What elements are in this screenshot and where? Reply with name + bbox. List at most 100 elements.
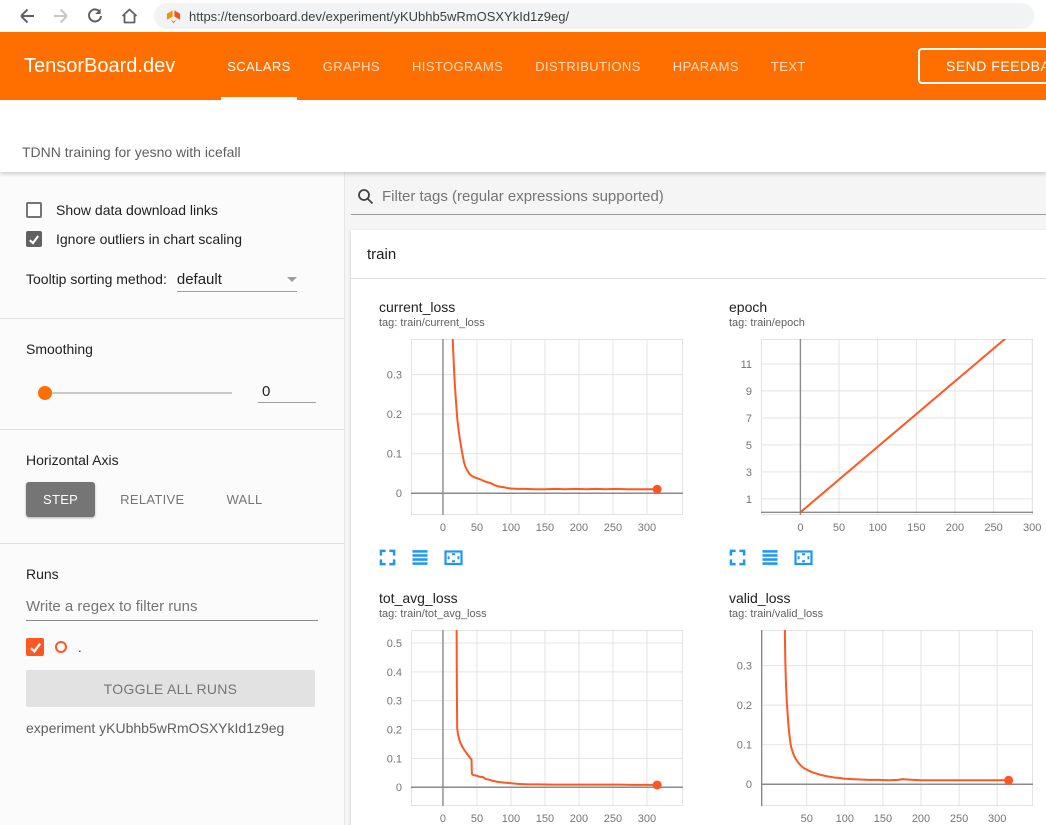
x-tick-label: 150 [907,522,925,534]
nav-tabs: SCALARSGRAPHSHISTOGRAMSDISTRIBUTIONSHPAR… [211,32,822,100]
x-tick-label: 0 [440,813,446,825]
chart-title: valid_loss [729,590,1046,606]
chart-plot[interactable]: 05010015020025030000.10.20.30.40.5 [365,626,697,825]
axis-button-step[interactable]: STEP [26,482,95,517]
expand-chart-icon[interactable] [729,549,746,566]
tooltip-sorting-select[interactable]: default [177,271,297,292]
tab-histograms[interactable]: HISTOGRAMS [396,32,519,100]
chevron-down-icon [287,277,297,282]
run-line [452,335,657,489]
chart-toolbar [379,549,697,566]
x-tick-label: 200 [570,813,588,825]
tab-hparams[interactable]: HPARAMS [657,32,755,100]
smoothing-slider-thumb[interactable] [38,386,52,400]
chart-plot[interactable]: 5010015020025030000.10.20.3 [715,626,1046,825]
smoothing-value-input[interactable]: 0 [258,383,316,403]
x-tick-label: 300 [988,813,1006,825]
y-tick-label: 0.1 [737,740,752,752]
x-tick-label: 300 [638,522,656,534]
axis-button-relative[interactable]: RELATIVE [103,482,201,517]
runs-label: Runs [26,566,316,582]
x-tick-label: 300 [638,813,656,825]
check-icon [29,641,42,654]
y-tick-label: 0.2 [387,725,402,737]
chart-title: tot_avg_loss [379,590,697,606]
tab-graphs[interactable]: GRAPHS [307,32,396,100]
fit-domain-icon[interactable] [444,549,463,566]
last-point-dot [653,780,662,789]
y-tick-label: 0.4 [387,667,402,679]
y-tick-label: 9 [746,386,752,398]
toggle-y-axis-icon[interactable] [761,549,779,566]
check-icon [28,233,40,246]
chart-plot[interactable]: 05010015020025030000.10.20.3 [365,335,697,537]
x-tick-label: 100 [836,813,854,825]
chart-card-tot_avg_loss: tot_avg_losstag: train/tot_avg_loss05010… [365,590,697,825]
x-tick-label: 100 [869,522,887,534]
last-point-dot [1004,776,1013,785]
chart-tag: tag: train/tot_avg_loss [379,608,697,620]
experiment-id-label: experiment yKUbhb5wRmOSXYkId1z9eg [26,720,316,736]
x-tick-label: 50 [801,813,813,825]
experiment-description: TDNN training for yesno with icefall [22,144,241,160]
x-tick-label: 250 [984,522,1002,534]
x-tick-label: 300 [1023,522,1041,534]
show-download-links-label: Show data download links [56,202,218,218]
settings-sidebar: Show data download links Ignore outliers… [0,172,345,825]
y-tick-label: 0 [396,782,402,794]
charts-grid: current_losstag: train/current_loss05010… [351,279,1046,825]
y-tick-label: 1 [746,494,752,506]
main-content: train current_losstag: train/current_los… [345,172,1046,825]
tag-group-header[interactable]: train [351,230,1046,279]
x-tick-label: 250 [604,522,622,534]
tab-scalars[interactable]: SCALARS [211,32,307,100]
y-tick-label: 0.2 [737,700,752,712]
expand-chart-icon[interactable] [379,549,396,566]
chart-card-current_loss: current_losstag: train/current_loss05010… [365,299,697,566]
ignore-outliers-checkbox-row[interactable]: Ignore outliers in chart scaling [26,231,316,247]
y-tick-label: 0 [746,779,752,791]
axis-button-wall[interactable]: WALL [209,482,279,517]
tab-distributions[interactable]: DISTRIBUTIONS [519,32,657,100]
y-tick-label: 3 [746,467,752,479]
x-tick-label: 200 [570,522,588,534]
address-bar[interactable]: https://tensorboard.dev/experiment/yKUbh… [154,3,1034,29]
x-tick-label: 150 [536,813,554,825]
smoothing-slider[interactable] [40,392,232,394]
toggle-y-axis-icon[interactable] [411,549,429,566]
filter-tags-input[interactable] [382,188,1046,205]
toggle-all-runs-button[interactable]: TOGGLE ALL RUNS [26,670,315,707]
chart-card-epoch: epochtag: train/epoch0501001502002503001… [715,299,1046,566]
x-tick-label: 50 [471,813,483,825]
chart-plot[interactable]: 0501001502002503001357911 [715,335,1046,537]
divider [0,318,344,319]
x-tick-label: 150 [874,813,892,825]
y-tick-label: 0.3 [387,696,402,708]
tooltip-sorting-label: Tooltip sorting method: [26,271,167,287]
x-tick-label: 0 [797,522,803,534]
url-text: https://tensorboard.dev/experiment/yKUbh… [189,9,569,24]
send-feedback-button[interactable]: SEND FEEDBACK [918,48,1046,84]
y-tick-label: 0.1 [387,449,402,461]
ignore-outliers-checkbox[interactable] [26,231,42,247]
fit-domain-icon[interactable] [794,549,813,566]
app-header: TensorBoard.dev SCALARSGRAPHSHISTOGRAMSD… [0,32,1046,100]
run-line [457,626,658,785]
app-title: TensorBoard.dev [0,55,175,78]
smoothing-label: Smoothing [26,341,316,357]
y-tick-label: 0 [396,488,402,500]
runs-filter-input[interactable] [26,598,318,621]
back-icon[interactable] [14,3,40,29]
divider [0,543,344,544]
forward-icon[interactable] [48,3,74,29]
show-download-links-checkbox-row[interactable]: Show data download links [26,202,316,218]
x-tick-label: 0 [440,522,446,534]
reload-icon[interactable] [82,3,108,29]
chart-tag: tag: train/valid_loss [729,608,1046,620]
home-icon[interactable] [116,3,142,29]
show-download-links-checkbox[interactable] [26,202,42,218]
ignore-outliers-label: Ignore outliers in chart scaling [56,231,242,247]
y-tick-label: 7 [746,413,752,425]
tab-text[interactable]: TEXT [755,32,822,100]
run-checkbox[interactable] [26,638,44,656]
